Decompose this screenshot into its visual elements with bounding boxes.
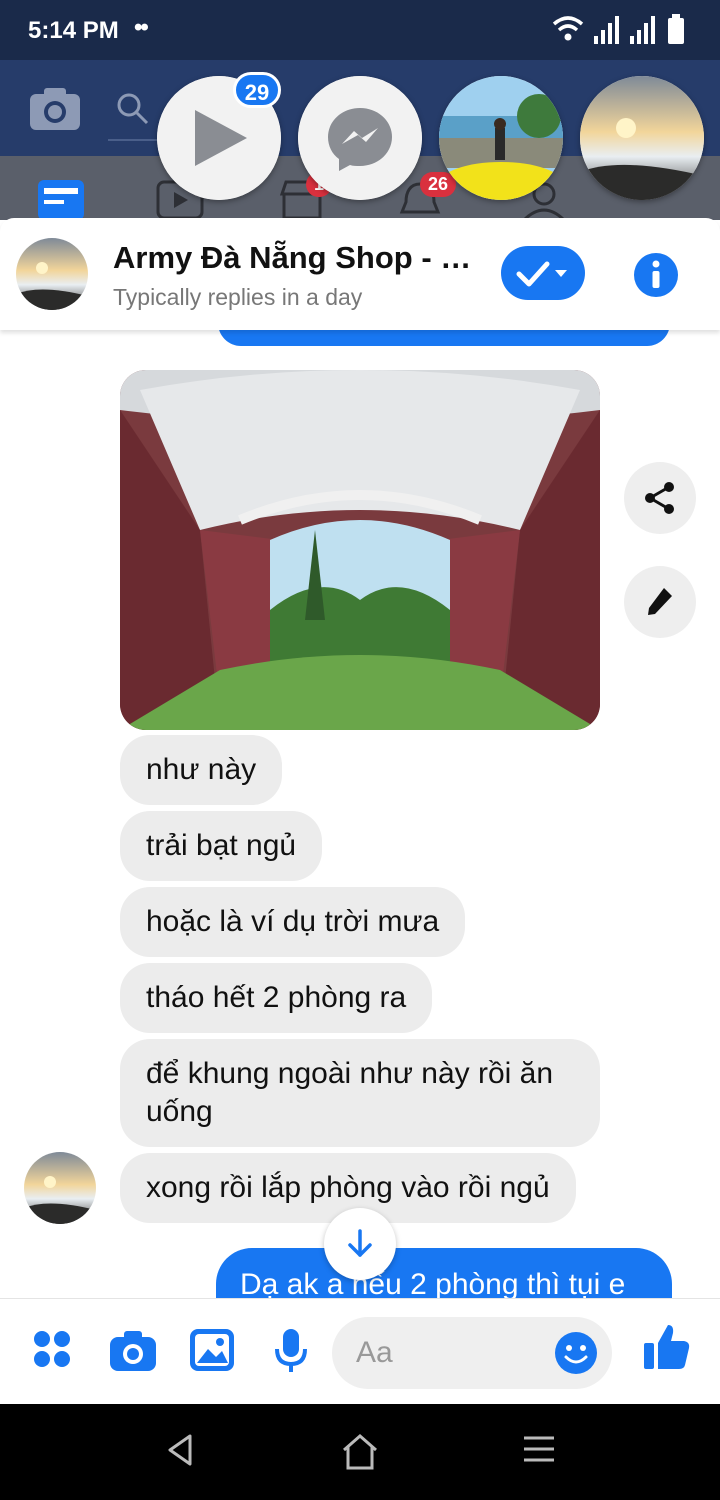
info-icon[interactable]	[633, 252, 679, 298]
incoming-message[interactable]: để khung ngoài như này rồi ăn uống	[120, 1039, 600, 1147]
contact-photo	[439, 76, 563, 200]
search-icon[interactable]	[116, 92, 150, 126]
system-nav-bar	[0, 1404, 720, 1500]
more-apps-icon[interactable]	[32, 1329, 72, 1369]
incoming-message[interactable]: tháo hết 2 phòng ra	[120, 963, 433, 1033]
notifications-badge: 26	[420, 172, 457, 197]
home-icon[interactable]	[340, 1434, 380, 1470]
system-status-icons	[552, 14, 684, 44]
share-button[interactable]	[624, 462, 696, 534]
tent-photo-message[interactable]	[120, 370, 600, 730]
news-feed-icon[interactable]	[38, 180, 84, 220]
message-composer: Aa	[0, 1298, 720, 1404]
incoming-message[interactable]: trải bạt ngủ	[120, 811, 323, 881]
status-dropdown-button[interactable]	[501, 246, 585, 300]
status-bar: 5:14 PM ••	[0, 0, 720, 60]
share-icon	[645, 482, 674, 514]
notification-dots: ••	[134, 14, 149, 41]
contact-avatar[interactable]	[16, 238, 88, 310]
chat-head-contact-1[interactable]	[439, 76, 563, 200]
messenger-icon	[298, 76, 422, 200]
contact-name[interactable]: Army Đà Nẵng Shop - C...	[113, 240, 483, 276]
chat-head-contact-2[interactable]	[580, 76, 704, 200]
camera-icon[interactable]	[30, 86, 80, 130]
camera-icon[interactable]	[110, 1329, 156, 1371]
contact-photo	[580, 76, 704, 200]
pencil-icon	[648, 588, 672, 615]
chat-header: Army Đà Nẵng Shop - C... Typically repli…	[0, 218, 720, 330]
chat-head-badge: 29	[233, 72, 281, 108]
like-icon[interactable]	[644, 1323, 690, 1371]
gallery-icon[interactable]	[190, 1329, 234, 1371]
message-input[interactable]: Aa	[332, 1317, 612, 1389]
status-time: 5:14 PM	[28, 17, 119, 44]
incoming-message[interactable]: như này	[120, 735, 283, 805]
message-input-placeholder: Aa	[356, 1336, 393, 1369]
microphone-icon[interactable]	[274, 1329, 308, 1375]
recent-apps-icon[interactable]	[522, 1434, 556, 1464]
back-icon[interactable]	[166, 1434, 194, 1466]
checkmark-icon	[516, 261, 567, 287]
chat-head-messenger[interactable]	[298, 76, 422, 200]
arrow-down-icon	[348, 1229, 372, 1257]
incoming-message[interactable]: hoặc là ví dụ trời mưa	[120, 887, 466, 957]
sender-avatar[interactable]	[24, 1152, 96, 1224]
emoji-icon[interactable]	[554, 1331, 598, 1375]
contact-subtitle: Typically replies in a day	[113, 284, 363, 310]
scroll-to-bottom-button[interactable]	[324, 1208, 396, 1280]
edit-button[interactable]	[624, 566, 696, 638]
